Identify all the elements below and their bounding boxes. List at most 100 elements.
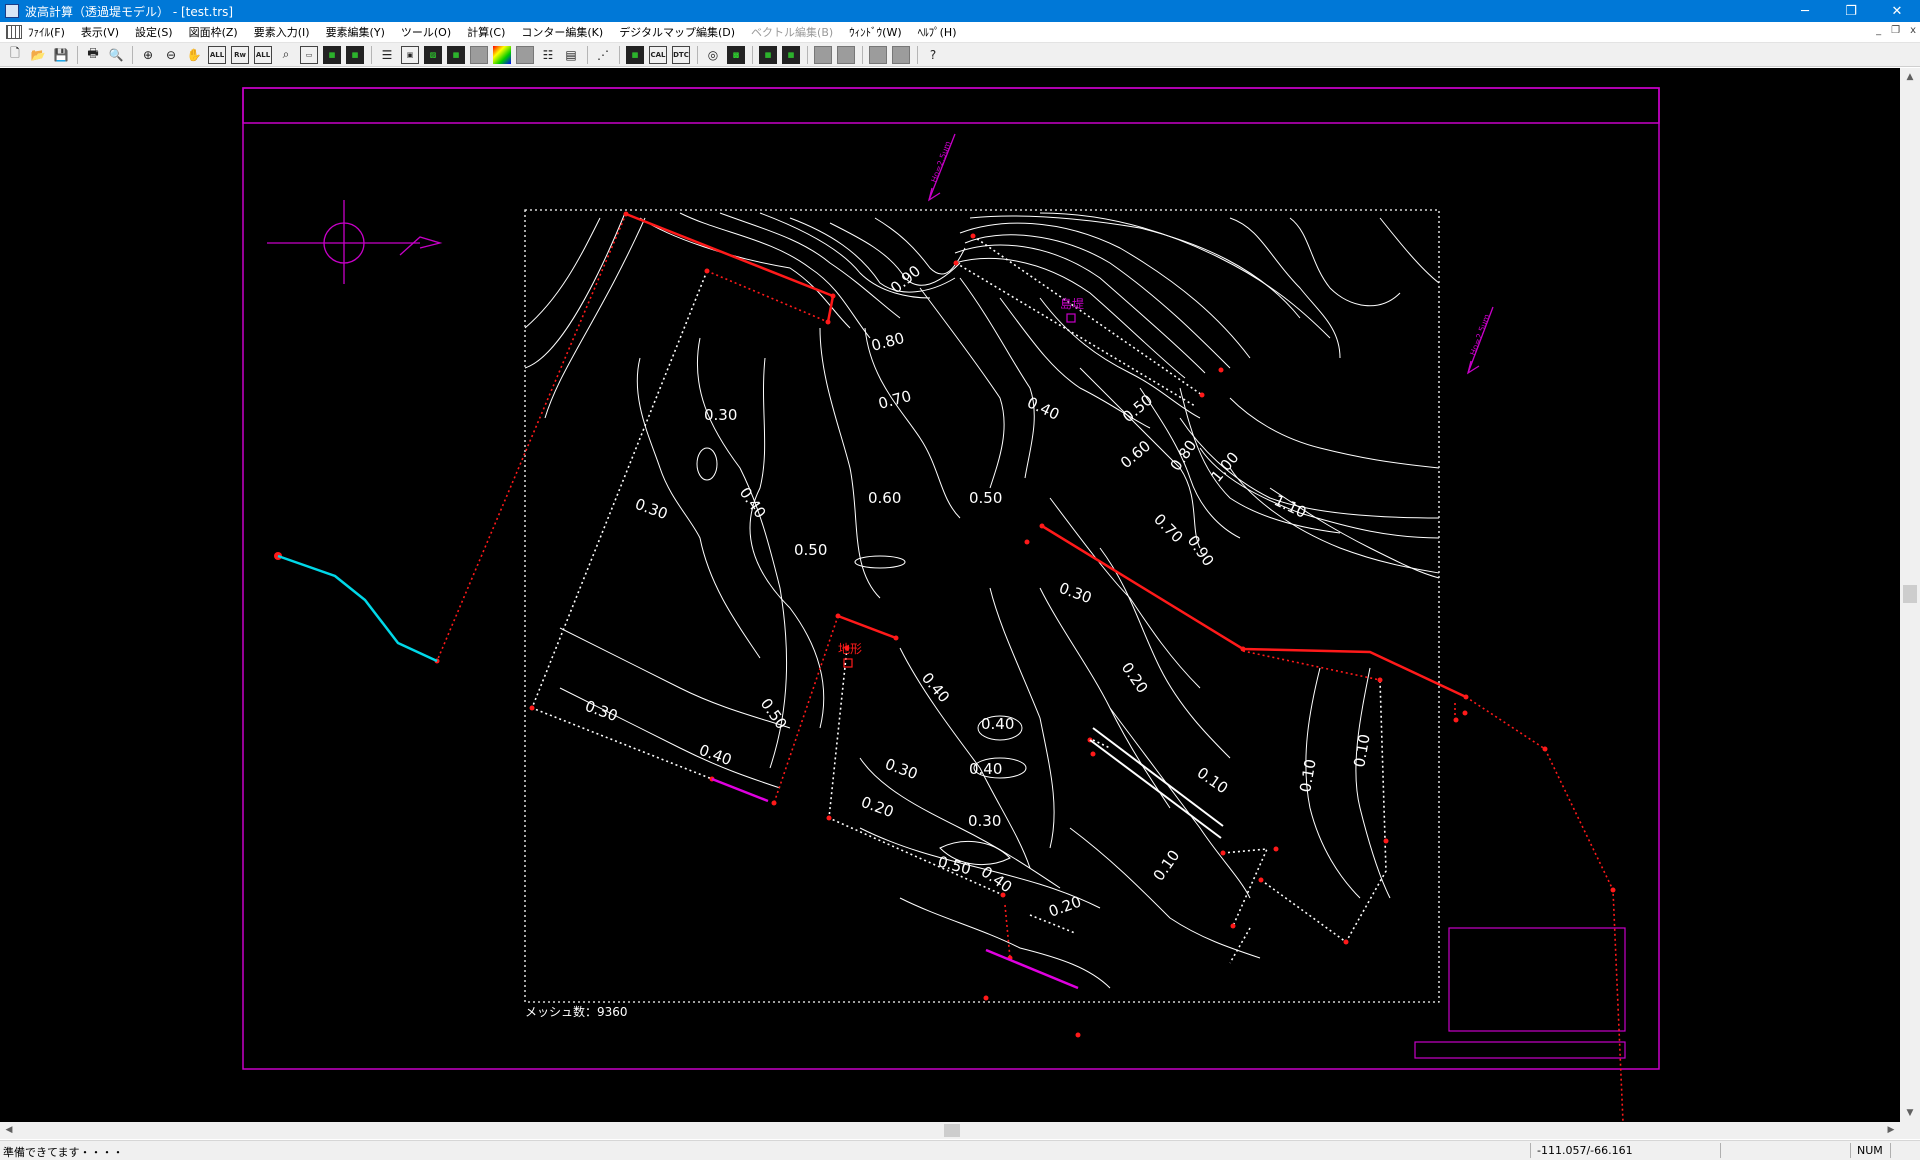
contour-label: 0.60 (1117, 437, 1154, 472)
toolbar-separator (752, 45, 753, 64)
scroll-down-icon[interactable]: ▼ (1900, 1104, 1920, 1122)
grid-outline-icon[interactable]: ▦ (346, 45, 364, 64)
contour-label: 0.50 (969, 489, 1002, 507)
vector-gray2-icon[interactable] (837, 45, 855, 64)
contour-label: 0.70 (876, 387, 913, 413)
wave-label-2: Ho=2.5um (1468, 313, 1491, 357)
contour-label: 0.50 (794, 541, 827, 559)
menu-item[interactable]: ﾌｧｲﾙ(F) (28, 24, 65, 40)
hatch-icon[interactable]: ▨ (424, 45, 442, 64)
contour-label: 0.30 (704, 406, 737, 424)
zoom-window-icon[interactable]: ⌕ (277, 46, 295, 64)
wave-input-line (277, 554, 438, 663)
scroll-left-icon[interactable]: ◀ (0, 1122, 18, 1139)
calc-icon[interactable]: CAL (649, 45, 667, 64)
mesh-icon[interactable]: ▦ (447, 45, 465, 64)
contour-label: 0.20 (859, 793, 897, 821)
print-preview-icon[interactable]: 🔍 (107, 46, 125, 64)
contour-label: 0.40 (697, 741, 735, 769)
contour-edit-icon[interactable]: ▩ (727, 45, 745, 64)
toolbar-separator (371, 45, 372, 64)
contour-icon[interactable]: ◎ (704, 46, 722, 64)
color-map-icon[interactable] (493, 45, 511, 64)
fill-gray-icon[interactable] (470, 45, 488, 64)
dtc-icon[interactable]: DTC (672, 45, 690, 64)
zoom-in-icon[interactable]: ⊕ (139, 46, 157, 64)
mdi-minimize-button[interactable]: _ (1876, 25, 1881, 36)
scroll-right-icon[interactable]: ▶ (1882, 1122, 1900, 1139)
drawing-frame (242, 87, 1660, 1070)
all-select-icon[interactable]: ALL (254, 45, 272, 64)
save-icon[interactable]: 💾 (52, 46, 70, 64)
window-title: 波高計算（透過堤モデル） - [test.trs] (25, 4, 234, 19)
help-icon[interactable]: ? (924, 46, 942, 64)
calc-grid-icon[interactable]: ▦ (626, 45, 644, 64)
image-icon[interactable]: ▣ (401, 45, 419, 64)
mdi-controls: _ ❐ x (1876, 25, 1916, 36)
menu-item[interactable]: 要素入力(I) (254, 24, 310, 40)
contour-label: 0.10 (1296, 758, 1320, 794)
open-folder-icon[interactable]: 📂 (29, 46, 47, 64)
maximize-button[interactable]: ❐ (1828, 0, 1874, 22)
menu-item[interactable]: 図面枠(Z) (189, 24, 238, 40)
breakwater-label: 島堤 (1060, 296, 1084, 311)
close-button[interactable]: ✕ (1874, 0, 1920, 22)
terrain-label: 地形 (838, 642, 862, 656)
window-controls: ─ ❐ ✕ (1782, 0, 1920, 22)
pan-hand-icon[interactable]: ✋ (185, 46, 203, 64)
menu-item[interactable]: 要素編集(Y) (326, 24, 385, 40)
mdi-restore-button[interactable]: ❐ (1891, 25, 1900, 36)
new-file-icon[interactable]: 🗋 (6, 46, 24, 64)
points-icon[interactable]: ⋰ (594, 46, 612, 64)
vertex-markers (274, 211, 1616, 1038)
menu-item[interactable]: ツール(O) (401, 24, 451, 40)
digital-map-icon[interactable]: ▦ (759, 45, 777, 64)
contour-label: 0.70 (1150, 510, 1186, 546)
fill-gray2-icon[interactable] (516, 45, 534, 64)
toolbar-separator (862, 45, 863, 64)
print-icon[interactable]: 🖶 (84, 46, 102, 64)
toolbar-separator (619, 45, 620, 64)
vector-gray1-icon[interactable] (814, 45, 832, 64)
vertical-scrollbar[interactable]: ▲ ▼ (1900, 68, 1920, 1122)
all-view-icon[interactable]: ALL (208, 45, 226, 64)
menu-item[interactable]: 表示(V) (81, 24, 119, 40)
vector-gray3-icon[interactable] (869, 45, 887, 64)
zoom-out-icon[interactable]: ⊖ (162, 46, 180, 64)
minimize-button[interactable]: ─ (1782, 0, 1828, 22)
contour-value-labels: 0.90 0.80 0.70 0.40 0.50 0.60 0.80 1.00 … (583, 262, 1374, 921)
menu-item[interactable]: コンター編集(K) (521, 24, 603, 40)
scroll-corner (1900, 1122, 1920, 1139)
contour-label: 0.30 (1057, 579, 1095, 607)
menu-item[interactable]: 計算(C) (467, 24, 505, 40)
digital-map2-icon[interactable]: ▦ (782, 45, 800, 64)
menu-item[interactable]: 設定(S) (135, 24, 173, 40)
contour-label: 0.10 (1150, 847, 1184, 885)
menu-item[interactable]: ｳｨﾝﾄﾞｳ(W) (849, 24, 901, 40)
horizontal-scrollbar[interactable]: ◀ ▶ (0, 1122, 1900, 1139)
grid-green-icon[interactable]: ▦ (323, 45, 341, 64)
list-icon[interactable]: ☰ (378, 46, 396, 64)
status-pane-empty2 (1890, 1143, 1920, 1158)
document-menu-icon[interactable] (6, 25, 22, 39)
menu-item[interactable]: デジタルマップ編集(D) (619, 24, 735, 40)
legend-color-icon[interactable]: ▤ (562, 46, 580, 64)
app-icon (5, 4, 19, 18)
horizontal-scroll-thumb[interactable] (944, 1124, 960, 1137)
status-bar: 準備できてます・・・・ -111.057/-66.161 NUM (0, 1140, 1920, 1160)
mdi-close-button[interactable]: x (1910, 25, 1916, 36)
scroll-up-icon[interactable]: ▲ (1900, 68, 1920, 86)
drawing-svg: Ho=2.5um Ho=2.5um 島堤 地形 0.90 0.80 0.70 0… (242, 87, 1660, 1122)
menu-item[interactable]: ﾍﾙﾌﾟ(H) (918, 24, 957, 40)
menu-item: ベクトル編集(B) (751, 26, 834, 39)
redraw-icon[interactable]: Rw (231, 45, 249, 64)
legend-list-icon[interactable]: ☷ (539, 46, 557, 64)
vector-gray4-icon[interactable] (892, 45, 910, 64)
ruler-icon[interactable]: ▭ (300, 45, 318, 64)
contour-label: 0.10 (1350, 733, 1374, 769)
vertical-scroll-thumb[interactable] (1903, 585, 1917, 603)
drawing-canvas[interactable]: Ho=2.5um Ho=2.5um 島堤 地形 0.90 0.80 0.70 0… (0, 68, 1900, 1122)
contour-label: 0.30 (583, 697, 621, 725)
toolbar-separator (587, 45, 588, 64)
contour-label: 1.10 (1271, 491, 1309, 521)
